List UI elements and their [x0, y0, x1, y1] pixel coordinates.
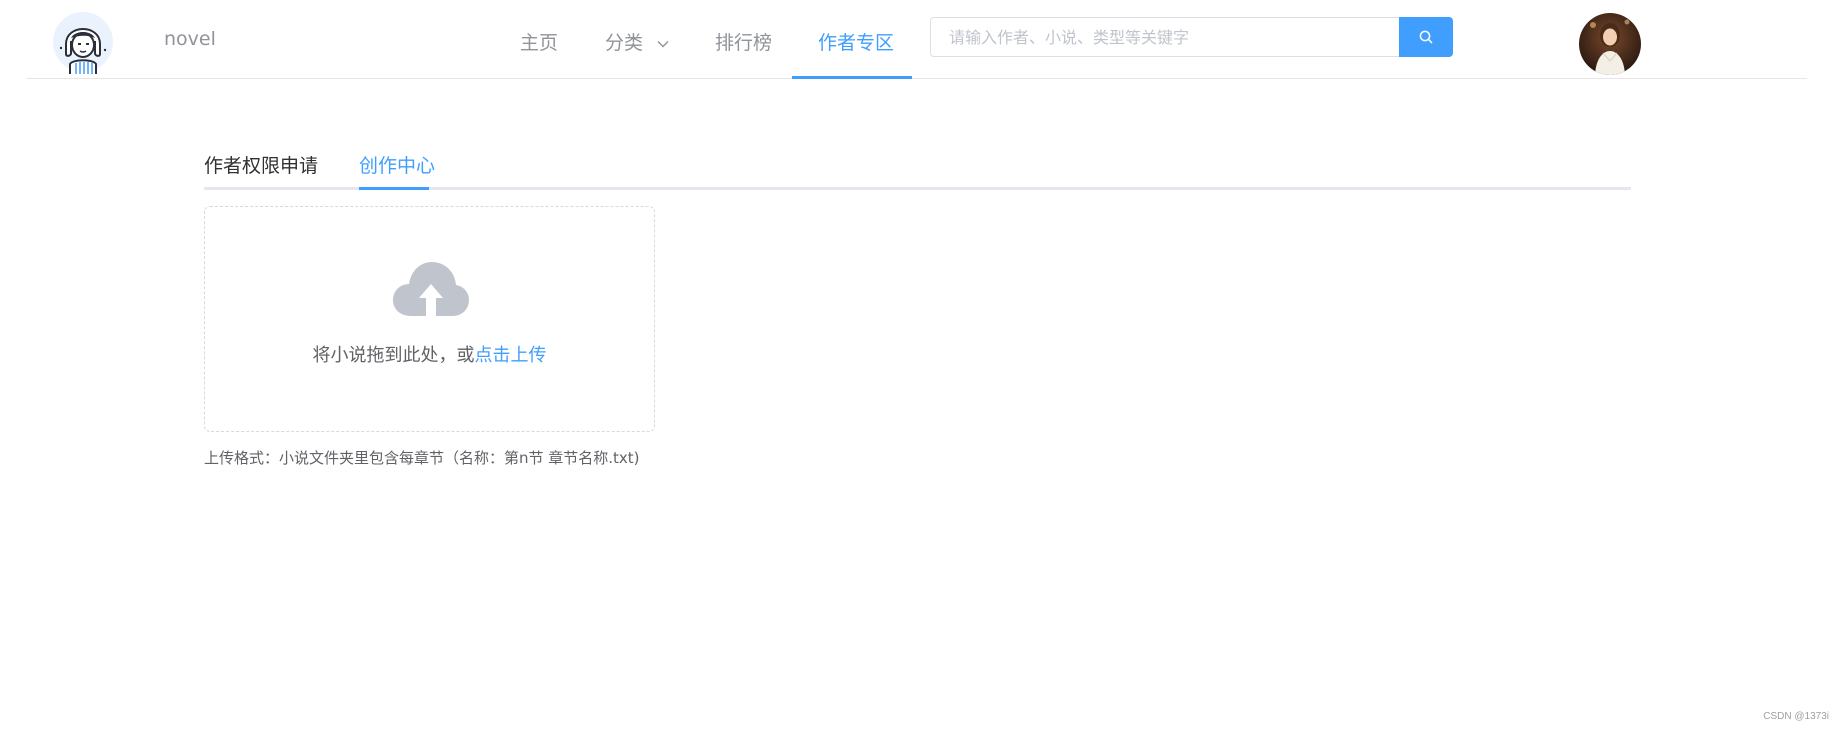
nav-category[interactable]: 分类: [605, 28, 669, 55]
upload-instruction: 将小说拖到此处，或点击上传: [205, 341, 654, 367]
upload-format-tip: 上传格式：小说文件夹里包含每章节（名称：第n节 章节名称.txt): [204, 449, 640, 467]
nav-category-label: 分类: [605, 32, 644, 54]
user-avatar[interactable]: [1579, 13, 1641, 75]
top-header: novel 主页 分类 排行榜 作者专区: [26, 0, 1807, 79]
cloud-upload-icon: [393, 262, 469, 316]
nav-ranking[interactable]: 排行榜: [715, 28, 772, 55]
watermark-text: CSDN @1373i: [1763, 711, 1829, 722]
search-icon: [1419, 30, 1433, 44]
upload-click-link[interactable]: 点击上传: [475, 345, 547, 366]
search-button[interactable]: [1399, 17, 1453, 57]
tab-active-indicator: [359, 187, 429, 190]
nav-home[interactable]: 主页: [520, 28, 558, 55]
nav-active-indicator: [792, 76, 912, 79]
search-input[interactable]: [930, 17, 1400, 57]
tab-author-apply[interactable]: 作者权限申请: [204, 151, 318, 178]
chevron-down-icon: [657, 40, 669, 47]
upload-text-prefix: 将小说拖到此处，或: [312, 345, 475, 366]
tab-creation-center[interactable]: 创作中心: [359, 151, 435, 178]
author-tabs: 作者权限申请 创作中心: [204, 148, 1631, 190]
upload-dropzone[interactable]: 将小说拖到此处，或点击上传: [204, 206, 655, 432]
avatar-image: [1579, 13, 1641, 75]
brand-name[interactable]: novel: [164, 28, 216, 50]
nav-author-zone[interactable]: 作者专区: [818, 28, 894, 55]
logo-icon[interactable]: [53, 10, 113, 76]
